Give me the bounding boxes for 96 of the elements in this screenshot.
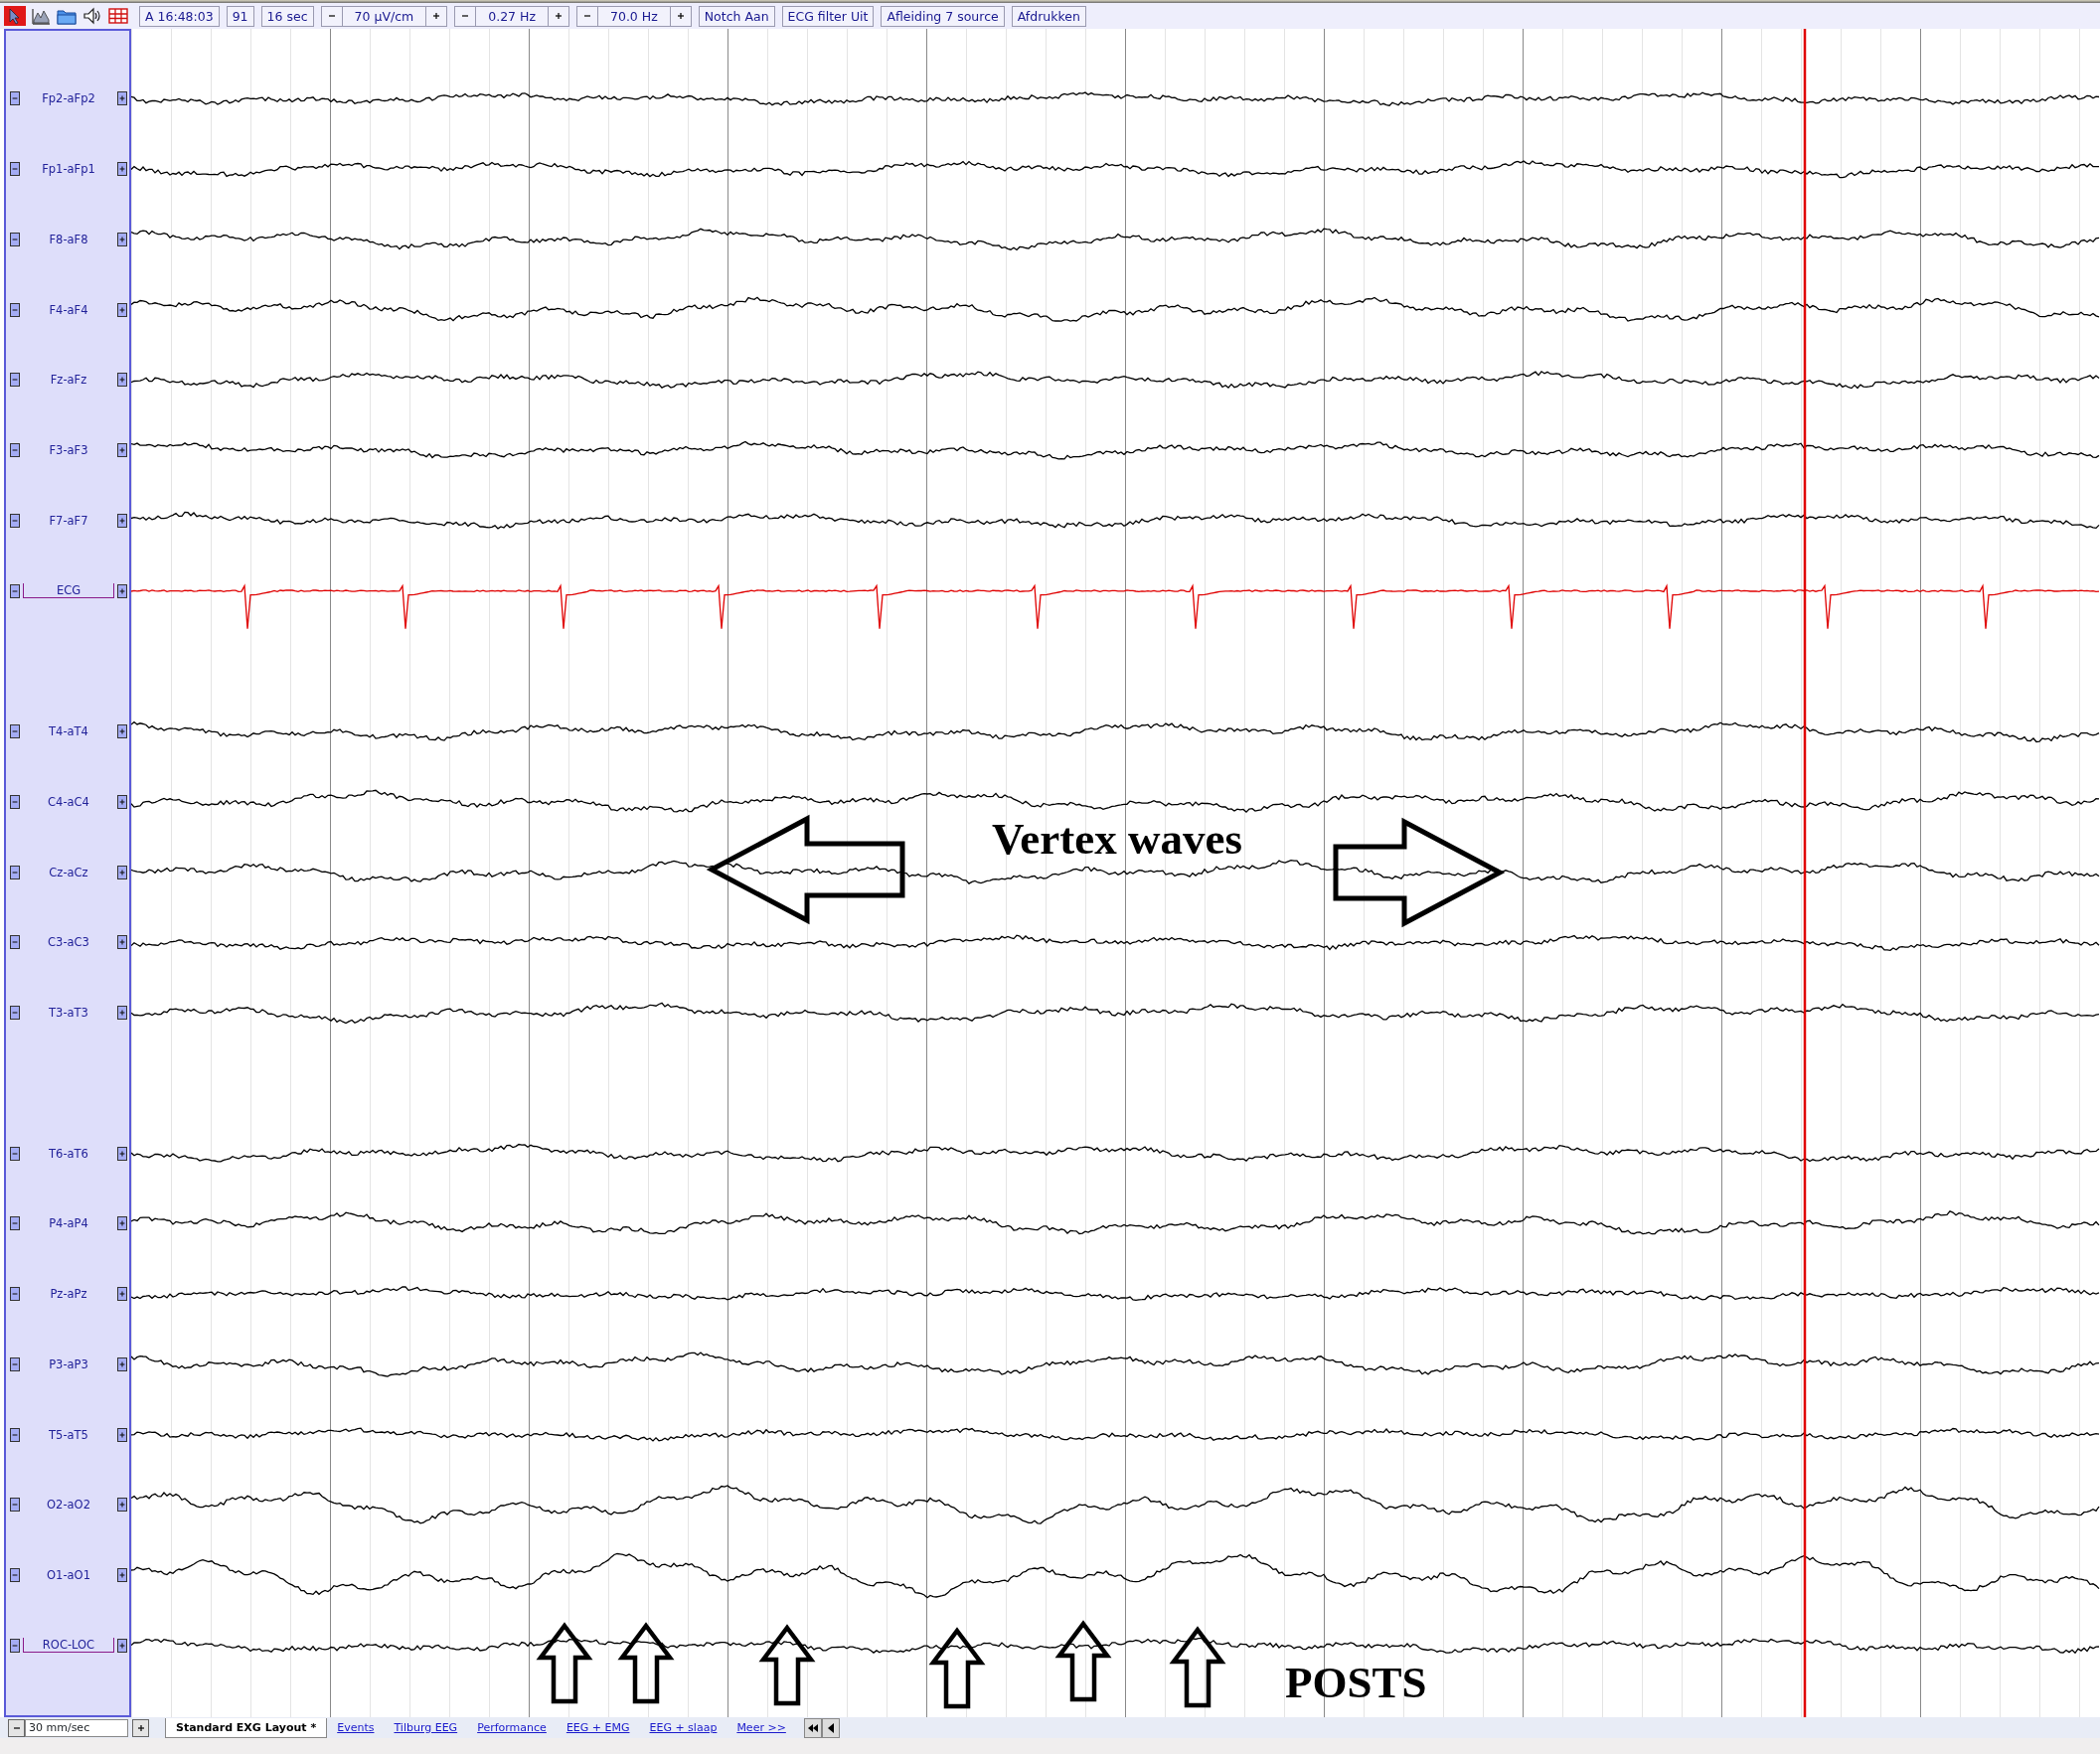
minus-button[interactable] bbox=[10, 443, 20, 458]
channel-label: O2-aO2 bbox=[46, 1498, 91, 1513]
layout-tab[interactable]: EEG + slaap bbox=[639, 1717, 727, 1738]
plus-button[interactable] bbox=[117, 302, 127, 317]
channel-label: P3-aP3 bbox=[48, 1356, 89, 1371]
spinner-field[interactable]: 0.27 Hz bbox=[454, 5, 569, 27]
minus-button[interactable] bbox=[10, 162, 20, 177]
plus-button[interactable] bbox=[117, 232, 127, 246]
channel-label: Fz-aFz bbox=[49, 373, 88, 388]
minus-button[interactable] bbox=[10, 1287, 20, 1302]
double-left-icon bbox=[806, 1721, 819, 1734]
channel-label: O1-aO1 bbox=[46, 1568, 91, 1583]
speed-field[interactable]: 30 mm/sec bbox=[25, 1718, 128, 1737]
plus-button[interactable] bbox=[117, 1638, 127, 1653]
minus-button[interactable] bbox=[10, 1216, 20, 1231]
channel-label: Fp2-aFp2 bbox=[41, 91, 96, 106]
channel-label: P4-aP4 bbox=[48, 1216, 89, 1231]
plus-button[interactable] bbox=[117, 583, 127, 598]
plus-button[interactable] bbox=[117, 162, 127, 177]
plus-button[interactable] bbox=[117, 1498, 127, 1513]
minus-button[interactable] bbox=[10, 91, 20, 106]
minus-button[interactable] bbox=[10, 513, 20, 528]
minus-button[interactable] bbox=[10, 373, 20, 388]
channel-label: T3-aT3 bbox=[48, 1006, 89, 1021]
channel-label: T5-aT5 bbox=[48, 1427, 89, 1442]
channel-label: C3-aC3 bbox=[47, 935, 90, 950]
minus-button[interactable] bbox=[10, 1356, 20, 1371]
time-display: A 16:48:03 bbox=[139, 5, 220, 27]
channel-label: F8-aF8 bbox=[48, 232, 89, 246]
plus-icon[interactable] bbox=[431, 11, 442, 21]
plus-button[interactable] bbox=[117, 1568, 127, 1583]
spinner-field[interactable]: 70 µV/cm bbox=[320, 5, 448, 27]
plus-button[interactable] bbox=[117, 1356, 127, 1371]
table-icon[interactable] bbox=[107, 6, 129, 26]
toolbar-button[interactable]: Notch Aan bbox=[698, 5, 775, 27]
zoom-in-button[interactable] bbox=[132, 1718, 149, 1737]
plus-button[interactable] bbox=[117, 443, 127, 458]
minus-button[interactable] bbox=[10, 724, 20, 739]
minus-button[interactable] bbox=[10, 1498, 20, 1513]
channel-label: F7-aF7 bbox=[48, 513, 89, 528]
minus-button[interactable] bbox=[10, 935, 20, 950]
layout-tab[interactable]: Standard EXG Layout * bbox=[165, 1717, 328, 1738]
duration-display: 16 sec bbox=[260, 5, 314, 27]
plus-button[interactable] bbox=[117, 91, 127, 106]
plus-button[interactable] bbox=[117, 513, 127, 528]
minus-button[interactable] bbox=[10, 302, 20, 317]
layout-tab[interactable]: Meer >> bbox=[727, 1717, 796, 1738]
plus-icon[interactable] bbox=[675, 11, 686, 21]
plus-button[interactable] bbox=[117, 935, 127, 950]
minus-button[interactable] bbox=[10, 1638, 20, 1653]
channel-label: C4-aC4 bbox=[47, 794, 90, 809]
first-page-button[interactable] bbox=[803, 1717, 822, 1738]
channel-label: F3-aF3 bbox=[48, 443, 89, 458]
minus-button[interactable] bbox=[10, 1146, 20, 1161]
channel-label: Cz-aCz bbox=[48, 865, 89, 879]
channel-label: Pz-aPz bbox=[49, 1287, 88, 1302]
plus-button[interactable] bbox=[117, 1146, 127, 1161]
minus-button[interactable] bbox=[10, 865, 20, 879]
cursor-icon[interactable] bbox=[4, 6, 26, 26]
previous-page-button[interactable] bbox=[821, 1717, 840, 1738]
annotation-label: Vertex waves bbox=[992, 817, 1242, 862]
plus-button[interactable] bbox=[117, 1216, 127, 1231]
layout-tab[interactable]: Performance bbox=[467, 1717, 557, 1738]
plus-button[interactable] bbox=[117, 724, 127, 739]
plus-button[interactable] bbox=[117, 1287, 127, 1302]
minus-button[interactable] bbox=[10, 1427, 20, 1442]
toolbar-button[interactable]: Afleiding 7 source bbox=[881, 5, 1005, 27]
minus-button[interactable] bbox=[10, 583, 20, 598]
zoom-out-button[interactable] bbox=[8, 1718, 25, 1737]
plus-button[interactable] bbox=[117, 1006, 127, 1021]
channel-label: F4-aF4 bbox=[48, 302, 89, 317]
layout-tab[interactable]: Events bbox=[327, 1717, 385, 1738]
channel-label: T6-aT6 bbox=[48, 1146, 89, 1161]
toolbar-button[interactable]: Afdrukken bbox=[1011, 5, 1086, 27]
minus-button[interactable] bbox=[10, 232, 20, 246]
toolbar-button[interactable]: ECG filter Uit bbox=[781, 5, 875, 27]
channel-label: ECG bbox=[23, 583, 114, 599]
channel-label: ROC-LOC bbox=[23, 1638, 114, 1654]
speaker-icon[interactable] bbox=[81, 6, 103, 26]
plus-button[interactable] bbox=[117, 373, 127, 388]
channel-label: Fp1-aFp1 bbox=[41, 162, 96, 177]
plus-icon[interactable] bbox=[554, 11, 564, 21]
plus-button[interactable] bbox=[117, 794, 127, 809]
minus-button[interactable] bbox=[10, 1568, 20, 1583]
minus-button[interactable] bbox=[10, 1006, 20, 1021]
layout-tab[interactable]: EEG + EMG bbox=[556, 1717, 640, 1738]
annotation-label: POSTS bbox=[1285, 1661, 1427, 1705]
plus-icon bbox=[135, 1722, 146, 1733]
minus-button[interactable] bbox=[10, 794, 20, 809]
spinner-field[interactable]: 70.0 Hz bbox=[576, 5, 692, 27]
plus-button[interactable] bbox=[117, 1427, 127, 1442]
chart-icon[interactable] bbox=[30, 6, 52, 26]
page-number: 91 bbox=[226, 5, 254, 27]
plus-button[interactable] bbox=[117, 865, 127, 879]
channel-label: T4-aT4 bbox=[48, 724, 89, 739]
layout-tab[interactable]: Tilburg EEG bbox=[384, 1717, 468, 1738]
